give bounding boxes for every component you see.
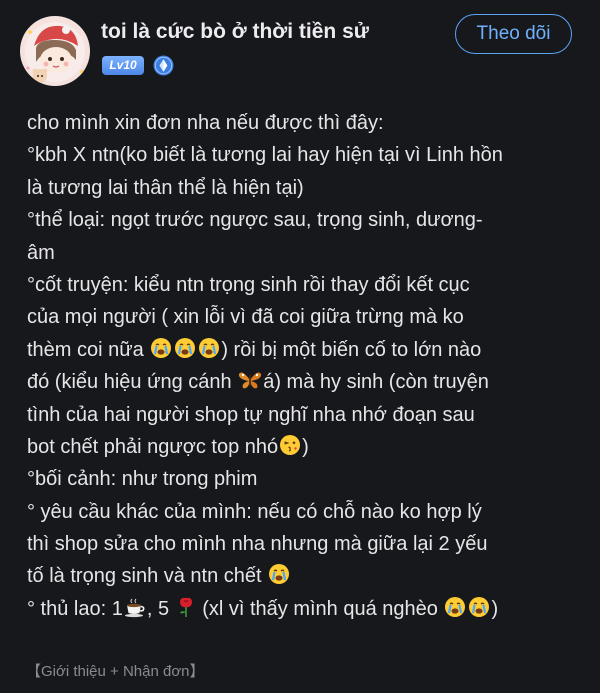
post-card: toi là cức bò ở thời tiền sử Lv10 Theo d… xyxy=(0,0,600,693)
avatar[interactable] xyxy=(20,16,90,86)
post-header: toi là cức bò ở thời tiền sử Lv10 Theo d… xyxy=(0,0,600,100)
post-content: cho mình xin đơn nha nếu được thì đây: °… xyxy=(27,107,587,625)
content-line: cho mình xin đơn nha nếu được thì đây: xyxy=(27,112,384,134)
content-line: °thể loại: ngọt trước ngược sau, trọng s… xyxy=(27,209,483,232)
content-line: thèm coi nữa ) rồi bị một biến cố to lớn… xyxy=(27,334,587,366)
content-line: tố là trọng sinh và ntn chết xyxy=(27,560,587,592)
content-text: , 5 xyxy=(146,597,175,620)
content-line: âm xyxy=(27,241,55,264)
content-line: bot chết phải ngược top nhó) xyxy=(27,431,587,463)
crying-face-icon xyxy=(150,337,172,369)
crying-face-icon xyxy=(174,337,196,369)
follow-button[interactable]: Theo dõi xyxy=(455,14,572,54)
content-line: ° thủ lao: 1 , 5 (xl vì thấy mình quá ngh… xyxy=(27,593,587,625)
level-badge: Lv10 xyxy=(102,56,144,75)
crying-face-icon xyxy=(444,596,466,628)
post-tags[interactable]: 【Giới thiệu + Nhận đơn】 xyxy=(26,660,205,681)
content-text: tố là trọng sinh và ntn chết xyxy=(27,565,268,588)
crying-face-icon xyxy=(468,596,490,628)
content-line: của mọi người ( xin lỗi vì đã coi giữa t… xyxy=(27,306,464,329)
content-text: ) xyxy=(302,435,309,458)
content-line: đó (kiểu hiệu ứng cánh á) mà hy sinh (cò… xyxy=(27,366,587,398)
content-text: (xl vì thấy mình quá nghèo xyxy=(196,597,444,620)
content-line: °kbh X ntn(ko biết là tương lai hay hiện… xyxy=(27,144,503,167)
content-text: ) rồi bị một biến cố to lớn nào xyxy=(221,338,482,361)
content-line: thì shop sửa cho mình nha nhưng mà giữa … xyxy=(27,533,488,556)
coffee-cup-icon xyxy=(124,596,146,628)
content-text: á) mà hy sinh (còn truyện xyxy=(263,371,489,394)
crying-face-icon xyxy=(198,337,220,369)
kissing-face-icon xyxy=(279,434,301,466)
content-text: ) xyxy=(491,597,499,620)
butterfly-icon xyxy=(238,369,262,401)
content-text: thèm coi nữa xyxy=(27,338,150,361)
content-line: °cốt truyện: kiểu ntn trọng sinh rồi tha… xyxy=(27,273,470,296)
content-line: °bối cảnh: như trong phim xyxy=(27,468,258,491)
diamond-badge-icon xyxy=(153,55,174,76)
rose-icon xyxy=(176,596,196,628)
content-text: đó (kiểu hiệu ứng cánh xyxy=(27,371,238,394)
content-text: bot chết phải ngược top nhó xyxy=(27,435,279,458)
crying-face-icon xyxy=(268,563,290,595)
content-line: tình của hai người shop tự nghĩ nha nhớ … xyxy=(27,403,475,426)
content-line: là tương lai thân thể là hiện tại) xyxy=(27,176,304,199)
content-text: ° thủ lao: 1 xyxy=(27,597,123,620)
content-line: ° yêu cầu khác của mình: nếu có chỗ nào … xyxy=(27,500,482,523)
avatar-illustration-icon xyxy=(20,16,90,86)
author-name[interactable]: toi là cức bò ở thời tiền sử xyxy=(101,20,369,44)
